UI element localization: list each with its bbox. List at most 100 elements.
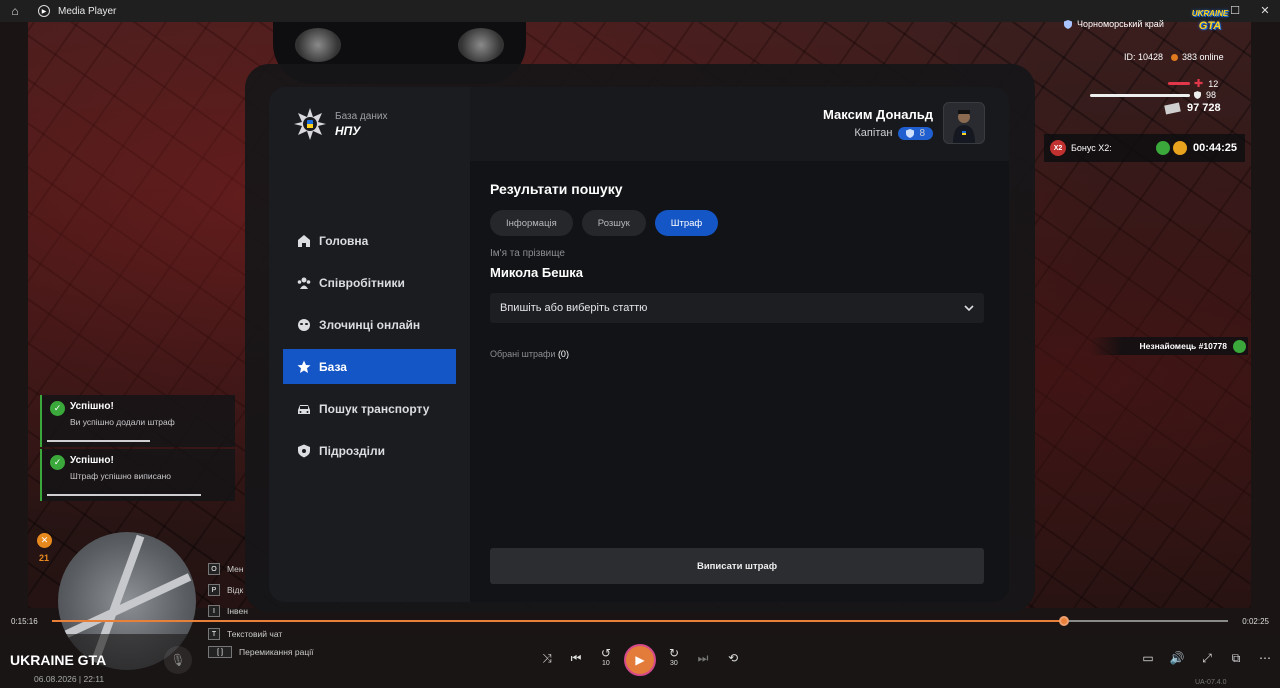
rank-badge: 8 xyxy=(898,126,933,140)
sidebar-item-departments[interactable]: Підрозділи xyxy=(283,433,456,468)
repeat-off-icon[interactable]: ⟲ xyxy=(722,651,744,665)
region-name: Чорноморський край xyxy=(1077,19,1164,29)
notification-progress xyxy=(47,440,150,442)
bonus-green-icon xyxy=(1155,141,1170,155)
key-hint-label: Текстовий чат xyxy=(227,629,283,639)
home-icon[interactable]: ⌂ xyxy=(0,4,30,18)
health-bar xyxy=(1168,82,1190,85)
sidebar-item-employees[interactable]: Співробітники xyxy=(283,265,456,300)
close-button[interactable]: ✕ xyxy=(1250,0,1280,22)
sidebar-item-label: Злочинці онлайн xyxy=(319,317,421,332)
logo-subtitle: База даних xyxy=(335,110,388,122)
key-cap: O xyxy=(208,563,220,575)
shield-icon xyxy=(906,128,915,138)
sidebar-item-database[interactable]: База xyxy=(283,349,456,384)
armor-stat: 98 xyxy=(1090,90,1216,100)
nearby-player-name: Незнайомець #10778 xyxy=(1139,341,1227,351)
check-icon: ✓ xyxy=(50,401,65,416)
notification: ✓ Успішно! Ви успішно додали штраф xyxy=(40,395,235,447)
key-hint-label: Мен xyxy=(227,564,244,574)
skip-forward-icon[interactable]: ↻ xyxy=(663,646,685,660)
mask-icon xyxy=(298,318,310,331)
current-time: 0:15:16 xyxy=(11,617,38,626)
key-hint: [ ] Перемикання рації xyxy=(208,646,313,658)
sidebar-nav: Головна Співробітники Злочинці онлайн Ба… xyxy=(283,223,456,475)
results-title: Результати пошуку xyxy=(490,181,623,197)
officer-avatar-icon xyxy=(953,110,975,143)
cast-icon[interactable]: ⧉ xyxy=(1225,651,1247,666)
notification-title: Успішно! xyxy=(70,455,114,466)
tab-information[interactable]: Інформація xyxy=(490,210,573,236)
skip-back-icon[interactable]: ↺ xyxy=(595,646,617,660)
voice-icon: 🎙 xyxy=(164,646,192,674)
wanted-icon: ✕ xyxy=(37,533,52,548)
key-cap: [ ] xyxy=(208,646,232,658)
npu-logo: База даних НПУ xyxy=(293,107,387,141)
seek-thumb[interactable] xyxy=(1059,616,1069,626)
bonus-x2-icon: X2 xyxy=(1050,140,1066,156)
result-tabs: Інформація Розшук Штраф xyxy=(490,210,727,236)
online-count: 383 online xyxy=(1182,52,1224,62)
volume-icon[interactable]: 🔊 xyxy=(1166,651,1188,665)
miniplayer-icon[interactable]: ▭ xyxy=(1137,651,1159,665)
key-hint-label: Відк xyxy=(227,585,244,595)
key-hint-label: Перемикання рації xyxy=(239,647,314,657)
health-value: 12 xyxy=(1208,78,1219,89)
police-database-modal: База даних НПУ Головна Співробітники Зло… xyxy=(269,87,1009,602)
check-icon: ✓ xyxy=(50,455,65,470)
media-player-icon: ▶ xyxy=(38,5,50,17)
user-name: Максим Дональд xyxy=(823,106,933,122)
armor-bar xyxy=(1090,93,1190,97)
sidebar-item-label: Пошук транспорту xyxy=(319,401,430,416)
shield-icon xyxy=(298,444,310,457)
microphone-icon xyxy=(1233,339,1246,353)
car-icon xyxy=(298,404,310,414)
users-icon xyxy=(297,277,311,289)
play-button[interactable]: ▶ xyxy=(624,644,656,676)
seek-bar[interactable] xyxy=(52,616,1228,626)
main-content: Максим Дональд Капітан 8 Результати пошу… xyxy=(470,87,1009,602)
health-icon: ✚ xyxy=(1194,78,1204,90)
key-cap: T xyxy=(208,628,220,640)
police-star-icon xyxy=(294,108,326,140)
bonus-panel: X2 Бонус X2: 00:44:25 xyxy=(1044,134,1245,162)
sidebar-item-label: База xyxy=(319,359,347,374)
server-info: ID: 10428 383 online xyxy=(1124,52,1224,62)
sidebar-item-label: Підрозділи xyxy=(319,443,385,458)
shuffle-icon[interactable]: ⤨ xyxy=(536,651,558,666)
sidebar-item-criminals-online[interactable]: Злочинці онлайн xyxy=(283,307,456,342)
next-icon[interactable]: ⏭ xyxy=(692,651,714,666)
selected-fines: Обрані штрафи (0) xyxy=(490,349,569,359)
user-rank: Капітан xyxy=(854,127,893,139)
media-title: UKRAINE GTA xyxy=(10,652,107,668)
online-dot-icon xyxy=(1171,53,1179,61)
armor-icon xyxy=(1194,91,1201,99)
sidebar-item-home[interactable]: Головна xyxy=(283,223,456,258)
bonus-label: Бонус X2: xyxy=(1071,143,1112,153)
game-logo-line1: UKRAINE xyxy=(1191,9,1229,18)
more-options-icon[interactable]: ⋯ xyxy=(1254,651,1276,665)
sidebar-item-vehicle-search[interactable]: Пошук транспорту xyxy=(283,391,456,426)
user-profile: Максим Дональд Капітан 8 xyxy=(823,102,985,144)
avatar xyxy=(943,102,985,144)
search-results-panel: Результати пошуку Інформація Розшук Штра… xyxy=(470,161,1009,602)
previous-icon[interactable]: ⏮ xyxy=(565,651,587,666)
key-hint: T Текстовий чат xyxy=(208,628,282,640)
tab-wanted[interactable]: Розшук xyxy=(581,210,646,236)
fullscreen-icon[interactable]: ⤢ xyxy=(1196,651,1218,666)
sidebar-item-label: Головна xyxy=(319,233,369,248)
shield-icon xyxy=(1064,19,1072,29)
money-icon xyxy=(1164,102,1181,114)
seek-bar-fill xyxy=(52,620,1063,622)
money-value: 97 728 xyxy=(1187,102,1221,114)
tab-fine[interactable]: Штраф xyxy=(654,210,719,236)
skip-back-seconds: 10 xyxy=(602,660,610,667)
chevron-down-icon xyxy=(964,305,974,311)
skip-forward-seconds: 30 xyxy=(670,660,678,667)
game-version: UA-07.4.0 xyxy=(1195,679,1227,686)
issue-fine-button[interactable]: Виписати штраф xyxy=(490,548,984,584)
wanted-level: 21 xyxy=(39,553,50,563)
player-controls: T Текстовий чат [ ] Перемикання рації UK… xyxy=(0,628,1280,688)
health-stat: ✚ 12 xyxy=(1168,77,1218,90)
article-select[interactable]: Впишіть або виберіть статтю xyxy=(490,293,984,323)
